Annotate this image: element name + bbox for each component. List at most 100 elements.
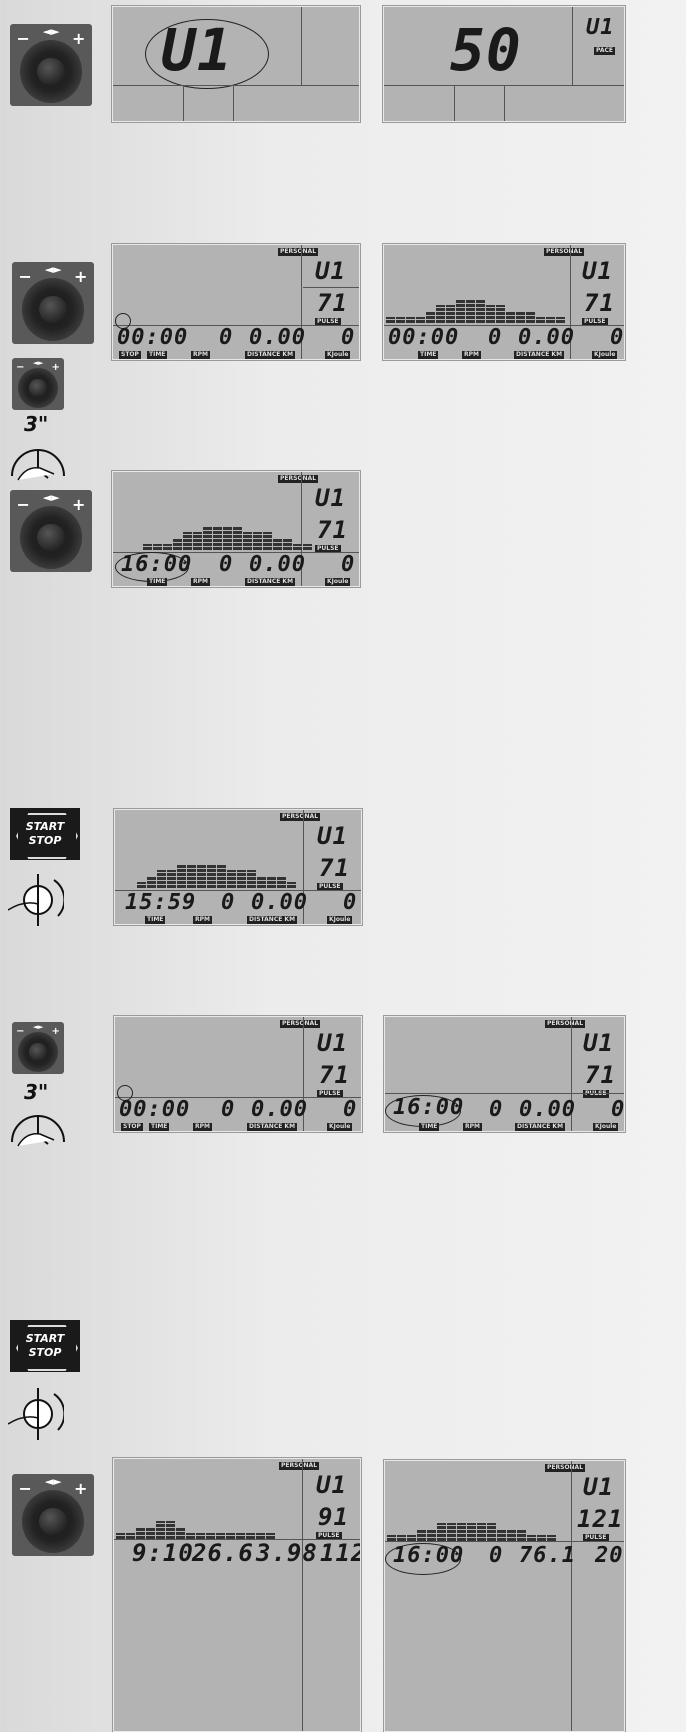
personal-label: PERSONAL bbox=[544, 248, 585, 256]
program-value: U1 bbox=[583, 1029, 614, 1057]
divider bbox=[233, 85, 234, 121]
start-label: START bbox=[25, 1332, 65, 1345]
control-dial-small[interactable]: − ◄► + bbox=[12, 1022, 64, 1074]
control-dial-small[interactable]: − ◄► + bbox=[12, 358, 64, 410]
time-label: TIME bbox=[145, 916, 166, 924]
rpm-label: RPM bbox=[191, 351, 210, 359]
lcd-display-2: 50 U1 PACE bbox=[383, 6, 625, 122]
rpm-value: 0 bbox=[219, 552, 234, 577]
profile-bar bbox=[137, 882, 146, 888]
stop-label: STOP bbox=[28, 834, 62, 847]
profile-bar bbox=[467, 1523, 476, 1541]
profile-bar bbox=[167, 870, 176, 888]
rpm-value: 0 bbox=[219, 325, 234, 350]
kjoule-value: 20 bbox=[595, 1543, 624, 1568]
profile-bar bbox=[183, 532, 192, 550]
program-value: U1 bbox=[315, 484, 346, 512]
profile-bars bbox=[137, 864, 296, 888]
stop-label: STOP bbox=[119, 351, 141, 359]
plus-icon: + bbox=[74, 1479, 88, 1499]
personal-label: PERSONAL bbox=[280, 1020, 321, 1028]
profile-bar bbox=[157, 870, 166, 888]
distance-value: 76.1 bbox=[519, 1543, 576, 1568]
profile-bar bbox=[193, 532, 202, 550]
start-stop-button[interactable]: START STOP bbox=[10, 808, 80, 860]
arrows-icon: ◄► bbox=[44, 1475, 62, 1489]
profile-bar bbox=[417, 1529, 426, 1541]
kjoule-value: 0 bbox=[341, 552, 356, 577]
dial-knob[interactable] bbox=[18, 1032, 58, 1072]
arrows-icon: ◄► bbox=[44, 263, 62, 277]
kjoule-label: KJoule bbox=[325, 351, 351, 359]
profile-bar bbox=[213, 526, 222, 550]
rpm-label: RPM bbox=[191, 578, 210, 586]
profile-bars bbox=[116, 1497, 275, 1539]
profile-bar bbox=[497, 1529, 506, 1541]
time-value: 16:00 bbox=[393, 1095, 465, 1120]
divider bbox=[302, 1459, 303, 1731]
dial-knob[interactable] bbox=[21, 1490, 85, 1553]
profile-bars bbox=[386, 299, 565, 323]
profile-bar bbox=[176, 1527, 185, 1539]
arrows-icon: ◄► bbox=[32, 358, 44, 367]
minus-icon: − bbox=[16, 361, 25, 373]
minus-icon: − bbox=[16, 29, 30, 49]
control-dial[interactable]: − ◄► + bbox=[12, 1474, 94, 1556]
control-dial[interactable]: − ◄► + bbox=[10, 490, 92, 572]
profile-bar bbox=[153, 544, 162, 550]
profile-bar bbox=[397, 1535, 406, 1541]
profile-bar bbox=[143, 544, 152, 550]
time-label: TIME bbox=[418, 351, 439, 359]
personal-label: PERSONAL bbox=[279, 1462, 320, 1470]
profile-bar bbox=[253, 532, 262, 550]
profile-bar bbox=[546, 317, 555, 323]
profile-bar bbox=[456, 299, 465, 323]
dial-knob[interactable] bbox=[19, 506, 83, 569]
time-value: 15:59 bbox=[125, 890, 197, 915]
profile-bar bbox=[237, 870, 246, 888]
program-value: U1 bbox=[315, 257, 346, 285]
profile-bar bbox=[457, 1523, 466, 1541]
plus-icon: + bbox=[72, 495, 86, 515]
dial-knob[interactable] bbox=[19, 40, 83, 103]
profile-bar bbox=[436, 305, 445, 323]
profile-bar bbox=[527, 1535, 536, 1541]
plus-icon: + bbox=[72, 29, 86, 49]
profile-bar bbox=[263, 532, 272, 550]
distance-value: 0.00 bbox=[251, 1097, 308, 1122]
lcd-display-9: PERSONAL U1 91 PULSE 9:10 26.6 3.98 112 bbox=[113, 1458, 361, 1732]
profile-bar bbox=[287, 882, 296, 888]
dial-knob[interactable] bbox=[18, 368, 58, 408]
rpm-value: 0 bbox=[489, 1543, 504, 1568]
pulse-value: 71 bbox=[584, 289, 615, 317]
profile-bar bbox=[407, 1535, 416, 1541]
program-value: U1 bbox=[317, 1029, 348, 1057]
time-label: TIME bbox=[147, 351, 168, 359]
start-stop-button[interactable]: START STOP bbox=[10, 1320, 80, 1372]
profile-bar bbox=[427, 1529, 436, 1541]
personal-label: PERSONAL bbox=[278, 248, 319, 256]
profile-bar bbox=[147, 876, 156, 888]
distance-value: 0.00 bbox=[249, 325, 306, 350]
profile-bar bbox=[203, 526, 212, 550]
program-value: U1 bbox=[316, 1471, 347, 1499]
plus-icon: + bbox=[51, 1025, 60, 1037]
profile-bar bbox=[447, 1523, 456, 1541]
rpm-value: 0 bbox=[221, 890, 236, 915]
dial-knob[interactable] bbox=[21, 278, 85, 341]
distance-value: 0.00 bbox=[251, 890, 308, 915]
time-value: 16:00 bbox=[121, 552, 193, 577]
lcd-display-5: PERSONAL U1 71 PULSE 16:00 TIME 0 RPM 0.… bbox=[112, 471, 360, 587]
profile-bar bbox=[506, 311, 515, 323]
kjoule-label: KJoule bbox=[593, 1123, 619, 1131]
program-big: U1 bbox=[161, 16, 233, 84]
control-dial[interactable]: − ◄► + bbox=[12, 262, 94, 344]
arrows-icon: ◄► bbox=[42, 25, 60, 39]
profile-bar bbox=[387, 1535, 396, 1541]
distance-label: DISTANCE KM bbox=[515, 1123, 566, 1131]
timer-hand-icon bbox=[11, 1115, 65, 1147]
profile-bar bbox=[273, 538, 282, 550]
control-dial[interactable]: − ◄► + bbox=[10, 24, 92, 106]
divider bbox=[504, 85, 505, 121]
rpm-label: RPM bbox=[462, 351, 481, 359]
